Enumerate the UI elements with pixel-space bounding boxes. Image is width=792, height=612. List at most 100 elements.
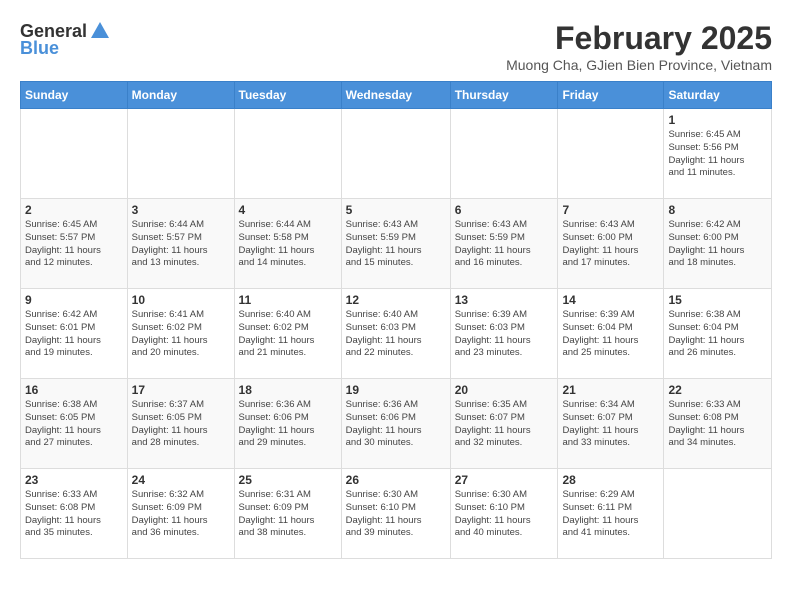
calendar-cell: 5 Sunrise: 6:43 AM Sunset: 5:59 PM Daylig… [341,199,450,289]
weekday-header-friday: Friday [558,82,664,109]
calendar-cell: 7 Sunrise: 6:43 AM Sunset: 6:00 PM Daylig… [558,199,664,289]
calendar-cell: 15 Sunrise: 6:38 AM Sunset: 6:04 PM Dayli… [664,289,772,379]
calendar-cell: 25 Sunrise: 6:31 AM Sunset: 6:09 PM Dayli… [234,469,341,559]
day-number: 8 [668,203,767,217]
day-info: Sunrise: 6:30 AM Sunset: 6:10 PM Dayligh… [455,489,554,540]
calendar-cell: 10 Sunrise: 6:41 AM Sunset: 6:02 PM Dayli… [127,289,234,379]
day-number: 19 [346,383,446,397]
day-number: 23 [25,473,123,487]
calendar-cell: 4 Sunrise: 6:44 AM Sunset: 5:58 PM Daylig… [234,199,341,289]
day-number: 25 [239,473,337,487]
week-row-1: 2Sunrise: 6:45 AM Sunset: 5:57 PM Daylig… [21,199,772,289]
day-number: 18 [239,383,337,397]
weekday-header-sunday: Sunday [21,82,128,109]
day-number: 15 [668,293,767,307]
day-info: Sunrise: 6:35 AM Sunset: 6:07 PM Dayligh… [455,399,554,450]
day-info: Sunrise: 6:38 AM Sunset: 6:05 PM Dayligh… [25,399,123,450]
day-info: Sunrise: 6:43 AM Sunset: 5:59 PM Dayligh… [346,219,446,270]
title-area: February 2025 Muong Cha, GJien Bien Prov… [506,20,772,73]
day-info: Sunrise: 6:39 AM Sunset: 6:04 PM Dayligh… [562,309,659,360]
day-number: 12 [346,293,446,307]
day-number: 22 [668,383,767,397]
day-info: Sunrise: 6:45 AM Sunset: 5:56 PM Dayligh… [668,129,767,180]
day-info: Sunrise: 6:45 AM Sunset: 5:57 PM Dayligh… [25,219,123,270]
calendar-cell: 23 Sunrise: 6:33 AM Sunset: 6:08 PM Dayli… [21,469,128,559]
day-info: Sunrise: 6:30 AM Sunset: 6:10 PM Dayligh… [346,489,446,540]
day-number: 11 [239,293,337,307]
week-row-2: 9 Sunrise: 6:42 AM Sunset: 6:01 PM Daylig… [21,289,772,379]
calendar-cell [21,109,128,199]
weekday-header-monday: Monday [127,82,234,109]
week-row-0: 1 Sunrise: 6:45 AM Sunset: 5:56 PM Daylig… [21,109,772,199]
weekday-header-thursday: Thursday [450,82,558,109]
day-info: Sunrise: 6:36 AM Sunset: 6:06 PM Dayligh… [239,399,337,450]
weekday-header-saturday: Saturday [664,82,772,109]
day-number: 6 [455,203,554,217]
day-info: Sunrise: 6:44 AM Sunset: 5:57 PM Dayligh… [132,219,230,270]
logo: General Blue [20,20,111,59]
calendar-cell [664,469,772,559]
calendar-cell: 28Sunrise: 6:29 AM Sunset: 6:11 PM Dayli… [558,469,664,559]
calendar-cell: 16 Sunrise: 6:38 AM Sunset: 6:05 PM Dayli… [21,379,128,469]
day-number: 13 [455,293,554,307]
calendar-cell: 8 Sunrise: 6:42 AM Sunset: 6:00 PM Daylig… [664,199,772,289]
calendar-cell: 12Sunrise: 6:40 AM Sunset: 6:03 PM Dayli… [341,289,450,379]
day-number: 24 [132,473,230,487]
day-number: 26 [346,473,446,487]
calendar-cell [234,109,341,199]
day-info: Sunrise: 6:33 AM Sunset: 6:08 PM Dayligh… [25,489,123,540]
logo-icon [89,20,111,42]
day-number: 16 [25,383,123,397]
weekday-header-tuesday: Tuesday [234,82,341,109]
day-number: 27 [455,473,554,487]
day-info: Sunrise: 6:39 AM Sunset: 6:03 PM Dayligh… [455,309,554,360]
page-title: February 2025 [506,20,772,57]
day-number: 4 [239,203,337,217]
day-number: 3 [132,203,230,217]
weekday-header-row: SundayMondayTuesdayWednesdayThursdayFrid… [21,82,772,109]
calendar-cell: 2Sunrise: 6:45 AM Sunset: 5:57 PM Daylig… [21,199,128,289]
week-row-4: 23 Sunrise: 6:33 AM Sunset: 6:08 PM Dayli… [21,469,772,559]
calendar-cell [450,109,558,199]
calendar-cell: 3 Sunrise: 6:44 AM Sunset: 5:57 PM Daylig… [127,199,234,289]
calendar-cell: 11 Sunrise: 6:40 AM Sunset: 6:02 PM Dayli… [234,289,341,379]
day-number: 1 [668,113,767,127]
calendar-cell: 24 Sunrise: 6:32 AM Sunset: 6:09 PM Dayli… [127,469,234,559]
day-number: 20 [455,383,554,397]
day-number: 14 [562,293,659,307]
calendar-cell: 26 Sunrise: 6:30 AM Sunset: 6:10 PM Dayli… [341,469,450,559]
calendar-cell: 9 Sunrise: 6:42 AM Sunset: 6:01 PM Daylig… [21,289,128,379]
calendar-cell: 1 Sunrise: 6:45 AM Sunset: 5:56 PM Daylig… [664,109,772,199]
calendar-cell: 17 Sunrise: 6:37 AM Sunset: 6:05 PM Dayli… [127,379,234,469]
header: General Blue February 2025 Muong Cha, GJ… [20,20,772,73]
day-info: Sunrise: 6:43 AM Sunset: 5:59 PM Dayligh… [455,219,554,270]
calendar-cell [341,109,450,199]
day-info: Sunrise: 6:29 AM Sunset: 6:11 PM Dayligh… [562,489,659,540]
weekday-header-wednesday: Wednesday [341,82,450,109]
calendar-table: SundayMondayTuesdayWednesdayThursdayFrid… [20,81,772,559]
day-number: 7 [562,203,659,217]
calendar-cell [558,109,664,199]
calendar-cell: 14 Sunrise: 6:39 AM Sunset: 6:04 PM Dayli… [558,289,664,379]
day-info: Sunrise: 6:32 AM Sunset: 6:09 PM Dayligh… [132,489,230,540]
calendar-cell: 18 Sunrise: 6:36 AM Sunset: 6:06 PM Dayli… [234,379,341,469]
day-info: Sunrise: 6:31 AM Sunset: 6:09 PM Dayligh… [239,489,337,540]
day-info: Sunrise: 6:38 AM Sunset: 6:04 PM Dayligh… [668,309,767,360]
day-info: Sunrise: 6:42 AM Sunset: 6:00 PM Dayligh… [668,219,767,270]
day-number: 9 [25,293,123,307]
calendar-cell: 20 Sunrise: 6:35 AM Sunset: 6:07 PM Dayli… [450,379,558,469]
day-info: Sunrise: 6:44 AM Sunset: 5:58 PM Dayligh… [239,219,337,270]
day-info: Sunrise: 6:37 AM Sunset: 6:05 PM Dayligh… [132,399,230,450]
calendar-cell: 19Sunrise: 6:36 AM Sunset: 6:06 PM Dayli… [341,379,450,469]
calendar-cell: 6 Sunrise: 6:43 AM Sunset: 5:59 PM Daylig… [450,199,558,289]
day-info: Sunrise: 6:41 AM Sunset: 6:02 PM Dayligh… [132,309,230,360]
day-info: Sunrise: 6:40 AM Sunset: 6:02 PM Dayligh… [239,309,337,360]
calendar-cell [127,109,234,199]
day-info: Sunrise: 6:33 AM Sunset: 6:08 PM Dayligh… [668,399,767,450]
day-number: 17 [132,383,230,397]
day-number: 10 [132,293,230,307]
day-info: Sunrise: 6:43 AM Sunset: 6:00 PM Dayligh… [562,219,659,270]
day-number: 5 [346,203,446,217]
calendar-cell: 13 Sunrise: 6:39 AM Sunset: 6:03 PM Dayli… [450,289,558,379]
day-info: Sunrise: 6:42 AM Sunset: 6:01 PM Dayligh… [25,309,123,360]
